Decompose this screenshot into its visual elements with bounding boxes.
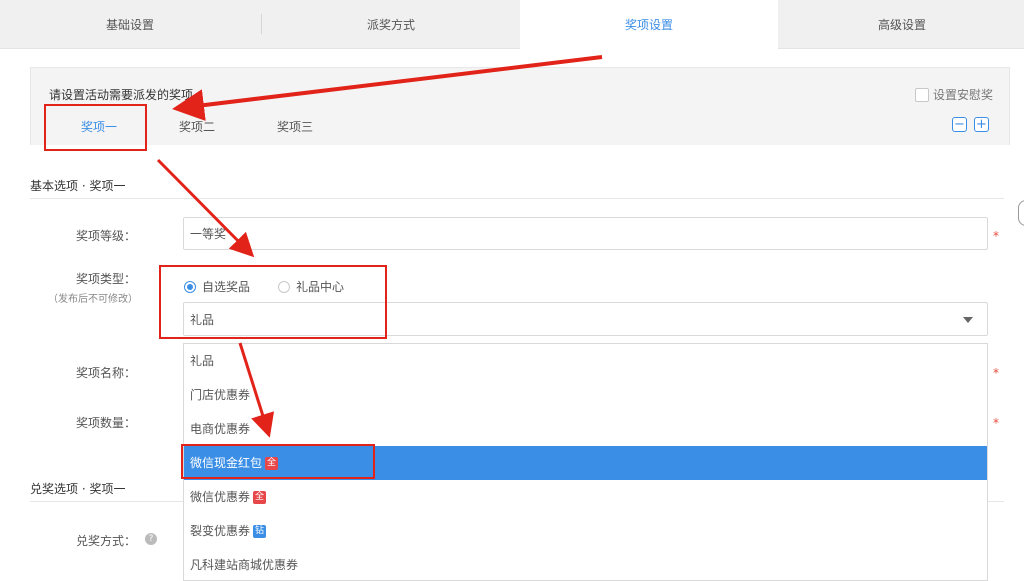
annotation-arrows [156, 55, 603, 438]
arrow-to-prize-tab [172, 55, 603, 122]
arrow-to-selected-option [238, 342, 275, 438]
arrow-to-prize-type [156, 158, 255, 258]
